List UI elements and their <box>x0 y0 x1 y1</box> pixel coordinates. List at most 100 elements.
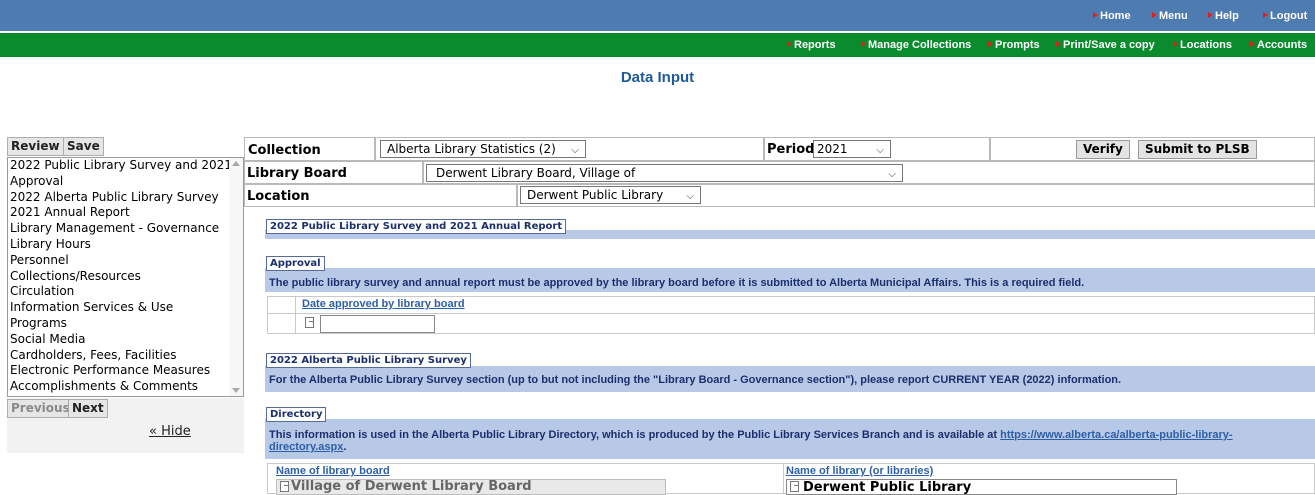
arrow-icon <box>1250 41 1255 47</box>
prompts-link[interactable]: Prompts <box>988 39 1040 51</box>
prompts-label: Prompts <box>995 39 1040 51</box>
directory-link[interactable]: https://www.alberta.ca/alberta-public-li… <box>1000 429 1232 441</box>
board-label-cell: Library Board <box>244 161 423 184</box>
accounts-label: Accounts <box>1257 39 1308 51</box>
board-name-label[interactable]: Name of library board <box>276 465 390 477</box>
section-item[interactable]: Circulation <box>8 284 243 300</box>
section-item[interactable]: Programs <box>8 316 243 332</box>
library-name-field[interactable]: Derwent Public Library <box>786 479 1177 495</box>
approval-divider <box>295 296 296 334</box>
section-item[interactable]: Cardholders, Fees, Facilities <box>8 348 243 364</box>
print-save-label: Print/Save a copy <box>1063 39 1155 51</box>
home-label: Home <box>1100 10 1131 22</box>
review-button[interactable]: Review <box>7 137 64 156</box>
period-text: . <box>343 441 347 453</box>
library-board-value: Derwent Library Board, Village of <box>436 166 636 180</box>
manage-collections-label: Manage Collections <box>868 39 972 51</box>
collection-select[interactable]: Alberta Library Statistics (2) ⌵ <box>380 140 586 158</box>
section-item[interactable]: Social Media <box>8 332 243 348</box>
calendar-icon <box>790 481 799 492</box>
period-cell: Period 2021 ⌵ <box>764 137 990 161</box>
section-item[interactable]: Information Services & Use <box>8 300 243 316</box>
period-label: Period <box>767 142 815 157</box>
manage-collections-link[interactable]: Manage Collections <box>861 39 971 51</box>
chevron-down-icon: ⌵ <box>876 145 884 156</box>
verify-button[interactable]: Verify <box>1076 140 1130 159</box>
menu-link[interactable]: Menu <box>1152 10 1188 22</box>
directory-description-cont: directory.aspx. <box>269 441 346 453</box>
help-link[interactable]: Help <box>1208 10 1239 22</box>
collection-select-cell: Alberta Library Statistics (2) ⌵ <box>375 137 764 161</box>
locations-link[interactable]: Locations <box>1173 39 1232 51</box>
calendar-icon[interactable] <box>305 317 314 328</box>
library-board-select[interactable]: Derwent Library Board, Village of ⌵ <box>426 164 903 182</box>
directory-link-cont[interactable]: directory.aspx <box>269 441 343 453</box>
section-item[interactable]: 2022 Alberta Public Library Survey <box>8 190 243 206</box>
logout-label: Logout <box>1270 10 1308 22</box>
arrow-icon <box>1208 12 1213 18</box>
scroll-down-icon[interactable] <box>232 388 240 393</box>
survey-section-title: 2022 Public Library Survey and 2021 Annu… <box>266 219 567 234</box>
directory-description: This information is used in the Alberta … <box>269 429 1233 441</box>
section-item[interactable]: Accomplishments & Comments <box>8 379 243 395</box>
directory-description-text: This information is used in the Alberta … <box>269 429 998 441</box>
approval-row-divider <box>267 313 1315 314</box>
save-button[interactable]: Save <box>63 137 104 156</box>
location-label-cell: Location <box>244 184 517 207</box>
arrow-icon <box>1093 12 1098 18</box>
accounts-link[interactable]: Accounts <box>1250 39 1307 51</box>
collection-label-cell: Collection <box>244 137 375 161</box>
main-nav-bar: Reports Manage Collections Prompts Print… <box>0 33 1315 57</box>
location-select-cell: Derwent Public Library ⌵ <box>517 184 1315 207</box>
date-approved-label[interactable]: Date approved by library board <box>302 298 465 310</box>
approval-section-title: Approval <box>266 256 325 271</box>
location-select[interactable]: Derwent Public Library ⌵ <box>520 186 701 204</box>
library-board-label: Library Board <box>247 166 347 181</box>
logout-link[interactable]: Logout <box>1263 10 1307 22</box>
location-label: Location <box>247 189 310 204</box>
menu-label: Menu <box>1159 10 1188 22</box>
section-item[interactable]: Personnel <box>8 253 243 269</box>
board-select-cell: Derwent Library Board, Village of ⌵ <box>423 161 1315 184</box>
arrow-icon <box>1056 41 1061 47</box>
approval-description: The public library survey and annual rep… <box>269 277 1085 289</box>
arrow-icon <box>787 41 792 47</box>
section-item[interactable]: Approval <box>8 174 243 190</box>
submit-to-plsb-button[interactable]: Submit to PLSB <box>1138 140 1257 159</box>
section-item[interactable]: 2021 Annual Report <box>8 205 243 221</box>
reports-label: Reports <box>794 39 836 51</box>
section-item[interactable]: 2022 Public Library Survey and 2021 A <box>8 158 243 174</box>
board-name-field[interactable]: Village of Derwent Library Board <box>276 479 666 495</box>
page-title: Data Input <box>620 69 695 86</box>
arrow-icon <box>1263 12 1268 18</box>
actions-cell: Verify Submit to PLSB <box>990 137 1315 161</box>
chevron-down-icon: ⌵ <box>888 169 896 180</box>
list-scrollbar[interactable] <box>229 158 243 396</box>
directory-section-title: Directory <box>266 407 327 422</box>
locations-label: Locations <box>1180 39 1232 51</box>
alberta-section-title: 2022 Alberta Public Library Survey <box>266 353 471 368</box>
collection-label: Collection <box>248 143 321 158</box>
next-button[interactable]: Next <box>68 399 108 418</box>
section-item[interactable]: Library Hours <box>8 237 243 253</box>
hide-link[interactable]: « Hide <box>149 424 191 439</box>
library-name-value: Derwent Public Library <box>803 480 972 495</box>
print-save-link[interactable]: Print/Save a copy <box>1056 39 1155 51</box>
directory-divider <box>783 463 784 494</box>
section-item[interactable]: Collections/Resources <box>8 269 243 285</box>
help-label: Help <box>1215 10 1239 22</box>
period-select[interactable]: 2021 ⌵ <box>813 140 891 158</box>
reports-link[interactable]: Reports <box>787 39 836 51</box>
scroll-up-icon[interactable] <box>232 161 240 166</box>
section-item[interactable]: Electronic Performance Measures <box>8 363 243 379</box>
arrow-icon <box>988 41 993 47</box>
previous-button[interactable]: Previous <box>7 399 74 418</box>
chevron-down-icon: ⌵ <box>686 191 694 202</box>
section-item[interactable]: Library Management - Governance <box>8 221 243 237</box>
section-list[interactable]: 2022 Public Library Survey and 2021 A Ap… <box>7 157 244 397</box>
home-link[interactable]: Home <box>1093 10 1131 22</box>
library-name-label[interactable]: Name of library (or libraries) <box>786 465 933 477</box>
alberta-description: For the Alberta Public Library Survey se… <box>269 374 1122 386</box>
collection-value: Alberta Library Statistics (2) <box>387 142 556 156</box>
date-approved-input[interactable] <box>320 315 435 333</box>
